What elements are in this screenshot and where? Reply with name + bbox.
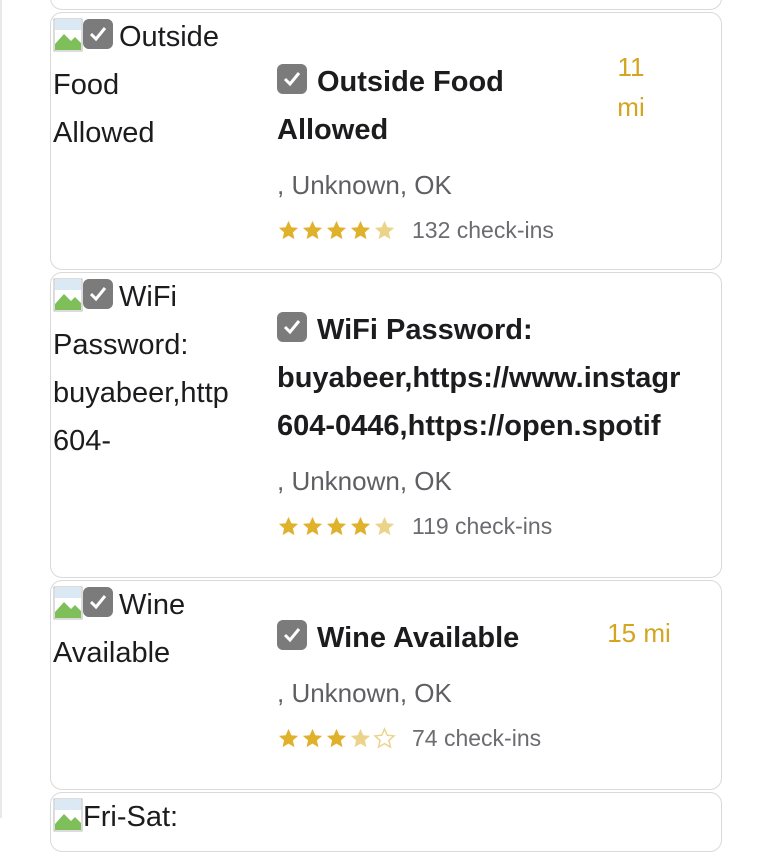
image-alt-text: Available — [53, 637, 171, 669]
checkbox-icon — [83, 19, 113, 49]
venue-rating: 119 check-ins — [277, 513, 721, 540]
venue-title[interactable]: WiFi Password: buyabeer,https://www.inst… — [277, 306, 721, 450]
image-alt-text: 604- — [53, 425, 112, 457]
star-rating — [277, 727, 396, 750]
star-icon — [278, 516, 299, 536]
venue-address: , Unknown, OK — [277, 466, 452, 496]
broken-image-icon — [53, 798, 83, 832]
image-alt-text: Outside — [119, 21, 219, 53]
star-rating — [277, 515, 396, 538]
star-icon — [350, 516, 371, 536]
checkbox-icon — [83, 587, 113, 617]
image-alt-text: Allowed — [53, 117, 155, 149]
star-icon — [374, 220, 395, 240]
venue-address: , Unknown, OK — [277, 678, 452, 708]
star-icon — [374, 516, 395, 536]
star-rating — [277, 219, 396, 242]
star-icon — [326, 516, 347, 536]
venue-card[interactable]: WiFi Password: buyabeer,http 604- WiFi P… — [50, 272, 722, 578]
page-left-border — [0, 0, 2, 818]
star-icon — [302, 516, 323, 536]
checkin-count: 132 check-ins — [412, 217, 554, 243]
checkbox-icon — [277, 312, 307, 342]
star-icon — [350, 728, 371, 748]
image-alt-text: Wine — [119, 589, 186, 621]
broken-image-icon — [53, 18, 83, 52]
venue-card[interactable]: Fri-Sat: — [50, 792, 722, 852]
venue-image[interactable]: Wine Available — [53, 581, 245, 789]
venue-distance: 15 mi — [607, 618, 671, 648]
checkin-count: 74 check-ins — [412, 725, 542, 751]
broken-image-icon — [53, 586, 83, 620]
checkbox-icon — [83, 279, 113, 309]
venue-rating: 132 check-ins — [277, 217, 721, 244]
venue-list[interactable]: Outside Food Allowed Outside Food Allowe… — [50, 0, 722, 852]
star-icon — [326, 728, 347, 748]
venue-image[interactable]: WiFi Password: buyabeer,http 604- — [53, 273, 245, 577]
image-alt-text: buyabeer,http — [53, 377, 229, 409]
venue-distance: 11 mi — [617, 52, 645, 122]
checkbox-icon — [277, 64, 307, 94]
star-icon — [373, 727, 396, 749]
broken-image-icon — [53, 278, 83, 312]
venue-card-partial-top[interactable] — [50, 0, 722, 10]
star-icon — [278, 220, 299, 240]
image-alt-text: Food — [53, 69, 120, 101]
star-icon — [302, 728, 323, 748]
star-icon — [326, 220, 347, 240]
star-icon — [302, 220, 323, 240]
venue-image[interactable]: Fri-Sat: — [53, 793, 245, 851]
star-icon — [278, 728, 299, 748]
venue-card[interactable]: Outside Food Allowed Outside Food Allowe… — [50, 12, 722, 270]
venue-address: , Unknown, OK — [277, 170, 452, 200]
venue-card[interactable]: Wine Available Wine Available , Unknown,… — [50, 580, 722, 790]
image-alt-text: WiFi — [119, 281, 177, 313]
image-alt-text: Password: — [53, 329, 189, 361]
checkbox-icon — [277, 620, 307, 650]
venue-rating: 74 check-ins — [277, 725, 721, 752]
venue-image[interactable]: Outside Food Allowed — [53, 13, 245, 269]
checkin-count: 119 check-ins — [412, 513, 553, 539]
star-icon — [350, 220, 371, 240]
image-alt-text: Fri-Sat: — [83, 801, 179, 833]
